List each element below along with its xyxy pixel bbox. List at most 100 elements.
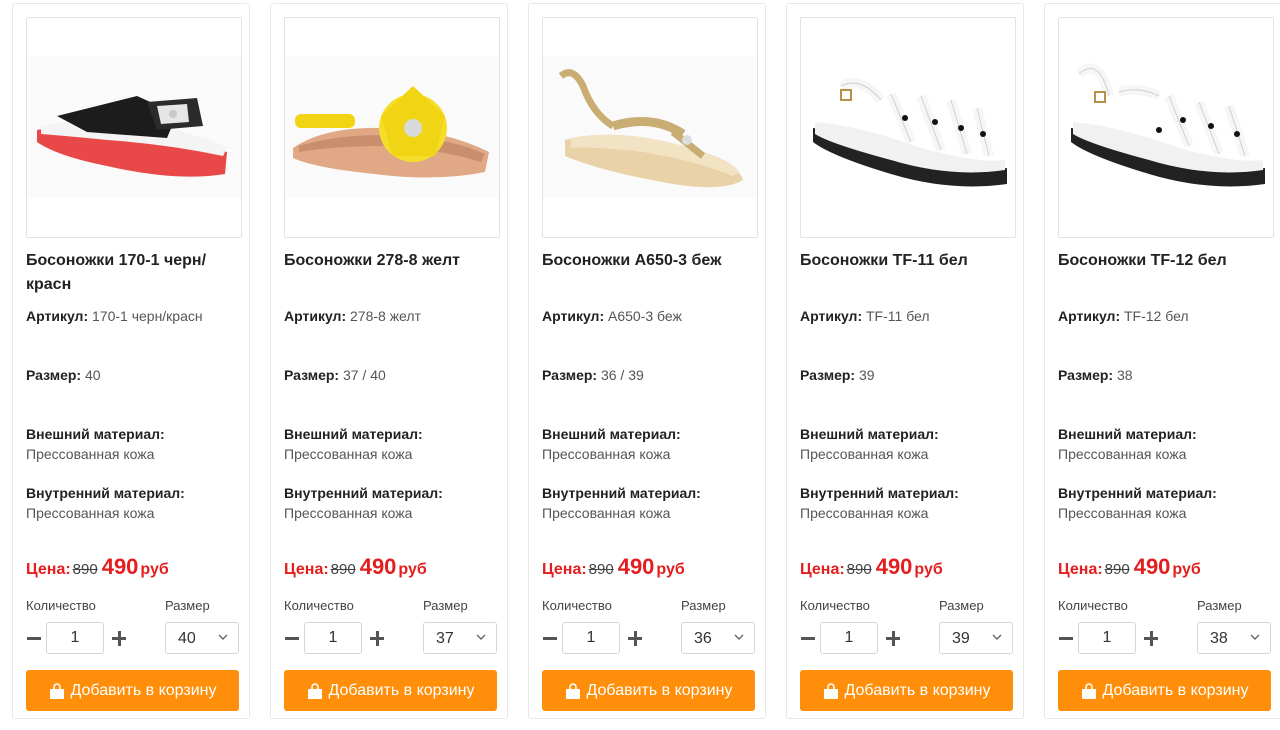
sandal-white-studded-image [1059, 56, 1273, 198]
size-row: Размер: 38 [1058, 367, 1133, 383]
price: Цена: 890 490 руб [26, 554, 169, 579]
size-select-label: Размер [681, 598, 726, 613]
product-image[interactable] [542, 17, 758, 238]
inner-material-row: Внутренний материал: Прессованная кожа [1058, 485, 1217, 521]
new-price: 490 [359, 554, 397, 579]
size-select[interactable]: 38 [1197, 622, 1271, 654]
add-to-cart-button[interactable]: Добавить в корзину [800, 670, 1013, 711]
product-title[interactable]: Босоножки A650-3 беж [542, 249, 747, 273]
product-grid: Босоножки 170-1 черн/ красн Артикул: 170… [0, 0, 1280, 730]
product-card: Босоножки 170-1 черн/ красн Артикул: 170… [12, 3, 250, 719]
decrease-quantity-button[interactable] [800, 626, 816, 650]
new-price: 490 [101, 554, 139, 579]
inner-material-row: Внутренний материал: Прессованная кожа [284, 485, 443, 521]
article-row: Артикул: A650-3 беж [542, 308, 682, 324]
old-price: 890 [1104, 561, 1130, 578]
size-select[interactable]: 36 [681, 622, 755, 654]
chevron-down-icon [1250, 634, 1260, 640]
size-select[interactable]: 37 [423, 622, 497, 654]
sandal-yellow-flower-image [285, 56, 499, 198]
add-to-cart-button[interactable]: Добавить в корзину [284, 670, 497, 711]
price: Цена: 890 490 руб [1058, 554, 1201, 579]
product-title[interactable]: Босоножки TF-11 бел [800, 249, 1005, 273]
quantity-input[interactable] [304, 622, 362, 654]
size-row: Размер: 40 [26, 367, 101, 383]
quantity-label: Количество [26, 598, 96, 613]
add-to-cart-button[interactable]: Добавить в корзину [542, 670, 755, 711]
size-select-label: Размер [1197, 598, 1242, 613]
old-price: 890 [72, 561, 98, 578]
article-row: Артикул: 278-8 желт [284, 308, 421, 324]
sandal-white-studded-image [801, 56, 1015, 198]
product-image[interactable] [26, 17, 242, 238]
quantity-label: Количество [542, 598, 612, 613]
add-to-cart-button[interactable]: Добавить в корзину [26, 670, 239, 711]
quantity-label: Количество [1058, 598, 1128, 613]
chevron-down-icon [218, 634, 228, 640]
product-title[interactable]: Босоножки TF-12 бел [1058, 249, 1263, 273]
price: Цена: 890 490 руб [284, 554, 427, 579]
product-card: Босоножки 278-8 желт Артикул: 278-8 желт… [270, 3, 508, 719]
size-row: Размер: 39 [800, 367, 875, 383]
size-select-label: Размер [165, 598, 210, 613]
product-card: Босоножки TF-12 бел Артикул: TF-12 бел Р… [1044, 3, 1280, 719]
product-title[interactable]: Босоножки 170-1 черн/ красн [26, 249, 231, 297]
inner-material-row: Внутренний материал: Прессованная кожа [800, 485, 959, 521]
old-price: 890 [588, 561, 614, 578]
size-select[interactable]: 39 [939, 622, 1013, 654]
price: Цена: 890 490 руб [800, 554, 943, 579]
increase-quantity-button[interactable] [111, 626, 127, 650]
article-row: Артикул: 170-1 черн/красн [26, 308, 203, 324]
old-price: 890 [330, 561, 356, 578]
quantity-input[interactable] [1078, 622, 1136, 654]
increase-quantity-button[interactable] [1143, 626, 1159, 650]
chevron-down-icon [476, 634, 486, 640]
quantity-label: Количество [284, 598, 354, 613]
decrease-quantity-button[interactable] [1058, 626, 1074, 650]
article-row: Артикул: TF-12 бел [1058, 308, 1189, 324]
product-card: Босоножки A650-3 беж Артикул: A650-3 беж… [528, 3, 766, 719]
shopping-bag-icon [1082, 682, 1097, 699]
outer-material-row: Внешний материал: Прессованная кожа [542, 426, 681, 462]
size-row: Размер: 37 / 40 [284, 367, 386, 383]
shopping-bag-icon [308, 682, 323, 699]
product-card: Босоножки TF-11 бел Артикул: TF-11 бел Р… [786, 3, 1024, 719]
product-title[interactable]: Босоножки 278-8 желт [284, 249, 489, 273]
size-select-label: Размер [423, 598, 468, 613]
quantity-input[interactable] [562, 622, 620, 654]
outer-material-row: Внешний материал: Прессованная кожа [800, 426, 939, 462]
article-row: Артикул: TF-11 бел [800, 308, 930, 324]
shopping-bag-icon [50, 682, 65, 699]
chevron-down-icon [734, 634, 744, 640]
product-image[interactable] [800, 17, 1016, 238]
size-select[interactable]: 40 [165, 622, 239, 654]
quantity-input[interactable] [46, 622, 104, 654]
shopping-bag-icon [566, 682, 581, 699]
price: Цена: 890 490 руб [542, 554, 685, 579]
product-image[interactable] [1058, 17, 1274, 238]
new-price: 490 [1133, 554, 1171, 579]
inner-material-row: Внутренний материал: Прессованная кожа [542, 485, 701, 521]
decrease-quantity-button[interactable] [284, 626, 300, 650]
increase-quantity-button[interactable] [885, 626, 901, 650]
shopping-bag-icon [824, 682, 839, 699]
decrease-quantity-button[interactable] [542, 626, 558, 650]
increase-quantity-button[interactable] [369, 626, 385, 650]
chevron-down-icon [992, 634, 1002, 640]
sandal-black-red-image [27, 56, 241, 198]
increase-quantity-button[interactable] [627, 626, 643, 650]
inner-material-row: Внутренний материал: Прессованная кожа [26, 485, 185, 521]
add-to-cart-button[interactable]: Добавить в корзину [1058, 670, 1271, 711]
sandal-beige-image [543, 56, 757, 198]
size-select-label: Размер [939, 598, 984, 613]
new-price: 490 [617, 554, 655, 579]
quantity-input[interactable] [820, 622, 878, 654]
outer-material-row: Внешний материал: Прессованная кожа [26, 426, 165, 462]
quantity-label: Количество [800, 598, 870, 613]
outer-material-row: Внешний материал: Прессованная кожа [284, 426, 423, 462]
new-price: 490 [875, 554, 913, 579]
outer-material-row: Внешний материал: Прессованная кожа [1058, 426, 1197, 462]
decrease-quantity-button[interactable] [26, 626, 42, 650]
product-image[interactable] [284, 17, 500, 238]
size-row: Размер: 36 / 39 [542, 367, 644, 383]
